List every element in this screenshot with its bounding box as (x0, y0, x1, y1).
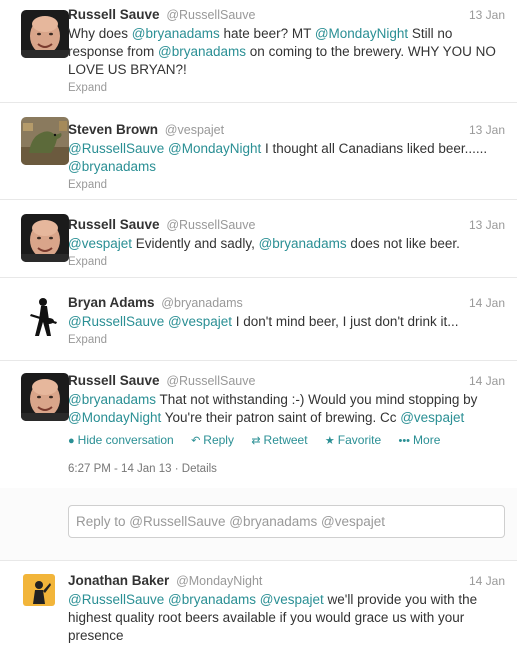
star-icon: ★ (324, 435, 335, 447)
tweet-text: @vespajet Evidently and sadly, @bryanada… (68, 235, 505, 253)
username[interactable]: @RussellSauve (166, 8, 255, 22)
mention-link[interactable]: @vespajet (68, 236, 132, 251)
tweet-header: Steven Brown @vespajet 13 Jan (68, 121, 505, 139)
avatar[interactable] (21, 292, 69, 340)
mention-link[interactable]: @MondayNight (168, 141, 261, 156)
fullname[interactable]: Jonathan Baker (68, 573, 169, 588)
expand-link[interactable]: Expand (68, 334, 107, 346)
tweet-text-segment: Why does (68, 26, 132, 41)
avatar[interactable] (21, 10, 69, 58)
more-button[interactable]: ••• More (398, 431, 440, 450)
mention-link[interactable]: @RussellSauve (68, 592, 164, 607)
fullname[interactable]: Russell Sauve (68, 373, 160, 388)
timestamp[interactable]: 13 Jan (469, 216, 505, 234)
tweet-text-segment: You're their patron saint of brewing. Cc (161, 410, 401, 425)
timestamp[interactable]: 14 Jan (469, 372, 505, 390)
timestamp[interactable]: 13 Jan (469, 6, 505, 24)
mention-link[interactable]: @MondayNight (315, 26, 408, 41)
username[interactable]: @RussellSauve (166, 218, 255, 232)
timestamp[interactable]: 14 Jan (469, 294, 505, 312)
fullname[interactable]: Steven Brown (68, 122, 158, 137)
mention-link[interactable]: @bryanadams (68, 392, 156, 407)
tweet-text-segment: I thought all Canadians liked beer...... (261, 141, 488, 156)
mention-link[interactable]: @bryanadams (68, 159, 156, 174)
tweet-header: Bryan Adams @bryanadams 14 Jan (68, 294, 505, 312)
mention-link[interactable]: @vespajet (400, 410, 464, 425)
hide-conversation-button[interactable]: ● Hide conversation (68, 431, 174, 450)
ellipsis-icon: ••• (398, 435, 411, 447)
mention-link[interactable]: @vespajet (168, 314, 232, 329)
avatar[interactable] (21, 373, 69, 421)
reply-button[interactable]: ↶ Reply (191, 431, 234, 450)
tweet-text-segment: I don't mind beer, I just don't drink it… (232, 314, 459, 329)
tweet[interactable]: Jonathan Baker @MondayNight 14 Jan @Russ… (0, 561, 517, 647)
mention-link[interactable]: @bryanadams (168, 592, 256, 607)
tweet-actions: ● Hide conversation ↶ Reply ⇄ Retweet ★ Favo… (68, 431, 505, 449)
tweet-text-segment: hate beer? MT (219, 26, 315, 41)
retweet-button[interactable]: ⇄ Retweet (251, 431, 307, 450)
tweet-text-segment: Evidently and sadly, (132, 236, 259, 251)
tweet[interactable]: Russell Sauve @RussellSauve 14 Jan @brya… (0, 361, 517, 488)
expand-link[interactable]: Expand (68, 82, 107, 94)
username[interactable]: @RussellSauve (166, 374, 255, 388)
fullname[interactable]: Bryan Adams (68, 295, 155, 310)
tweet[interactable]: Russell Sauve @RussellSauve 13 Jan Why d… (0, 0, 517, 103)
reply-input[interactable]: Reply to @RussellSauve @bryanadams @vesp… (68, 505, 505, 538)
favorite-button[interactable]: ★ Favorite (325, 431, 381, 450)
tweet[interactable]: Russell Sauve @RussellSauve 13 Jan @vesp… (0, 200, 517, 278)
tweet[interactable]: Steven Brown @vespajet 13 Jan @RussellSa… (0, 103, 517, 200)
mention-link[interactable]: @bryanadams (158, 44, 246, 59)
avatar[interactable] (21, 214, 69, 262)
tweet-header: Russell Sauve @RussellSauve 13 Jan (68, 216, 505, 234)
retweet-icon: ⇄ (251, 435, 261, 447)
username[interactable]: @bryanadams (161, 296, 242, 310)
mention-link[interactable]: @vespajet (260, 592, 324, 607)
mention-link[interactable]: @MondayNight (68, 410, 161, 425)
tweet-details[interactable]: 6:27 PM - 14 Jan 13 · Details (68, 463, 505, 475)
fullname[interactable]: Russell Sauve (68, 7, 160, 22)
tweet[interactable]: Bryan Adams @bryanadams 14 Jan @RussellS… (0, 278, 517, 361)
mention-link[interactable]: @RussellSauve (68, 141, 164, 156)
tweet-text: @RussellSauve @MondayNight I thought all… (68, 140, 505, 176)
tweet-text: @bryanadams That not withstanding :-) Wo… (68, 391, 505, 427)
fullname[interactable]: Russell Sauve (68, 217, 160, 232)
tweet-text: @RussellSauve @vespajet I don't mind bee… (68, 313, 505, 331)
speech-bubble-icon: ● (68, 435, 75, 447)
expand-link[interactable]: Expand (68, 179, 107, 191)
timestamp[interactable]: 14 Jan (469, 572, 505, 590)
tweet-text: Why does @bryanadams hate beer? MT @Mond… (68, 25, 505, 79)
avatar[interactable] (23, 574, 55, 606)
timestamp[interactable]: 13 Jan (469, 121, 505, 139)
tweet-text-segment: does not like beer. (346, 236, 460, 251)
mention-link[interactable]: @bryanadams (132, 26, 220, 41)
tweet-text: @RussellSauve @bryanadams @vespajet we'l… (68, 591, 505, 645)
username[interactable]: @vespajet (165, 123, 224, 137)
tweet-text-segment: That not withstanding :-) Would you mind… (156, 392, 478, 407)
tweet-header: Russell Sauve @RussellSauve 14 Jan (68, 372, 505, 390)
tweet-header: Russell Sauve @RussellSauve 13 Jan (68, 6, 505, 24)
expand-link[interactable]: Expand (68, 256, 107, 268)
mention-link[interactable]: @RussellSauve (68, 314, 164, 329)
avatar[interactable] (21, 117, 69, 165)
reply-arrow-icon: ↶ (191, 435, 201, 447)
username[interactable]: @MondayNight (176, 574, 262, 588)
mention-link[interactable]: @bryanadams (259, 236, 347, 251)
tweet-header: Jonathan Baker @MondayNight 14 Jan (68, 572, 505, 590)
